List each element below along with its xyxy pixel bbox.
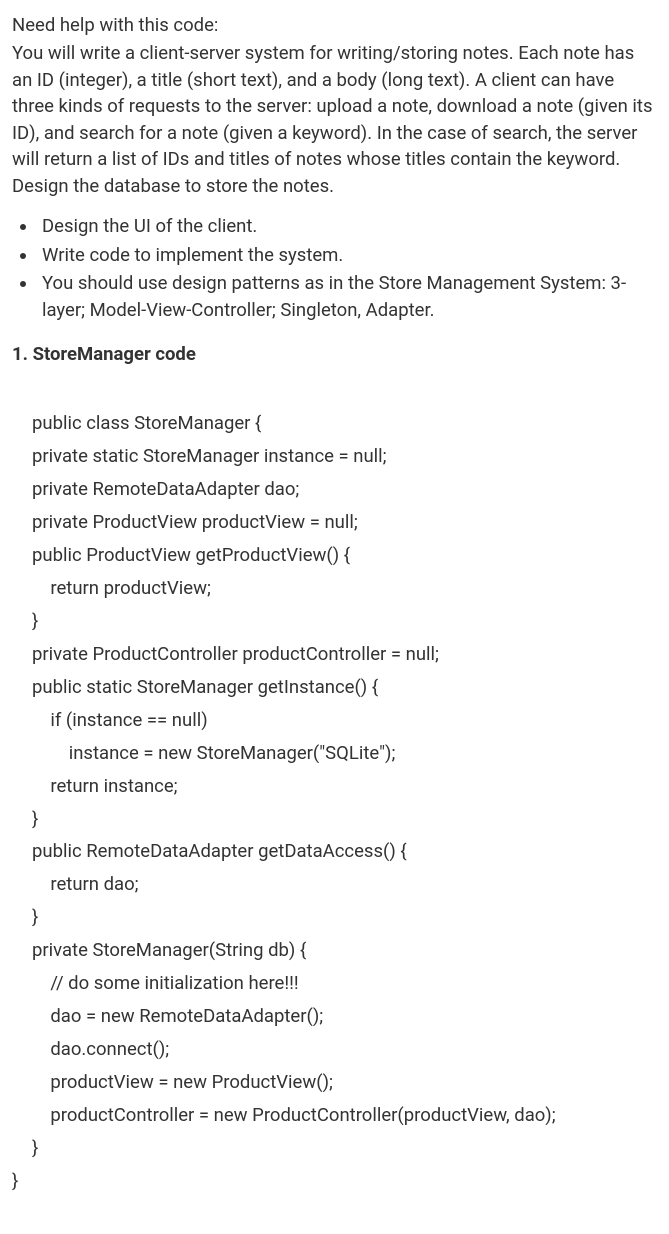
description-paragraph: You will write a client-server system fo… <box>12 40 657 199</box>
list-item: Design the UI of the client. <box>38 213 657 239</box>
code-trailing-brace: } <box>12 1165 657 1198</box>
intro-line: Need help with this code: <box>12 12 657 38</box>
code-block: public class StoreManager { private stat… <box>32 407 657 1164</box>
list-item: Write code to implement the system. <box>38 242 657 268</box>
list-item: You should use design patterns as in the… <box>38 270 657 323</box>
section-heading: 1. StoreManager code <box>12 341 657 367</box>
requirements-list: Design the UI of the client. Write code … <box>12 213 657 323</box>
